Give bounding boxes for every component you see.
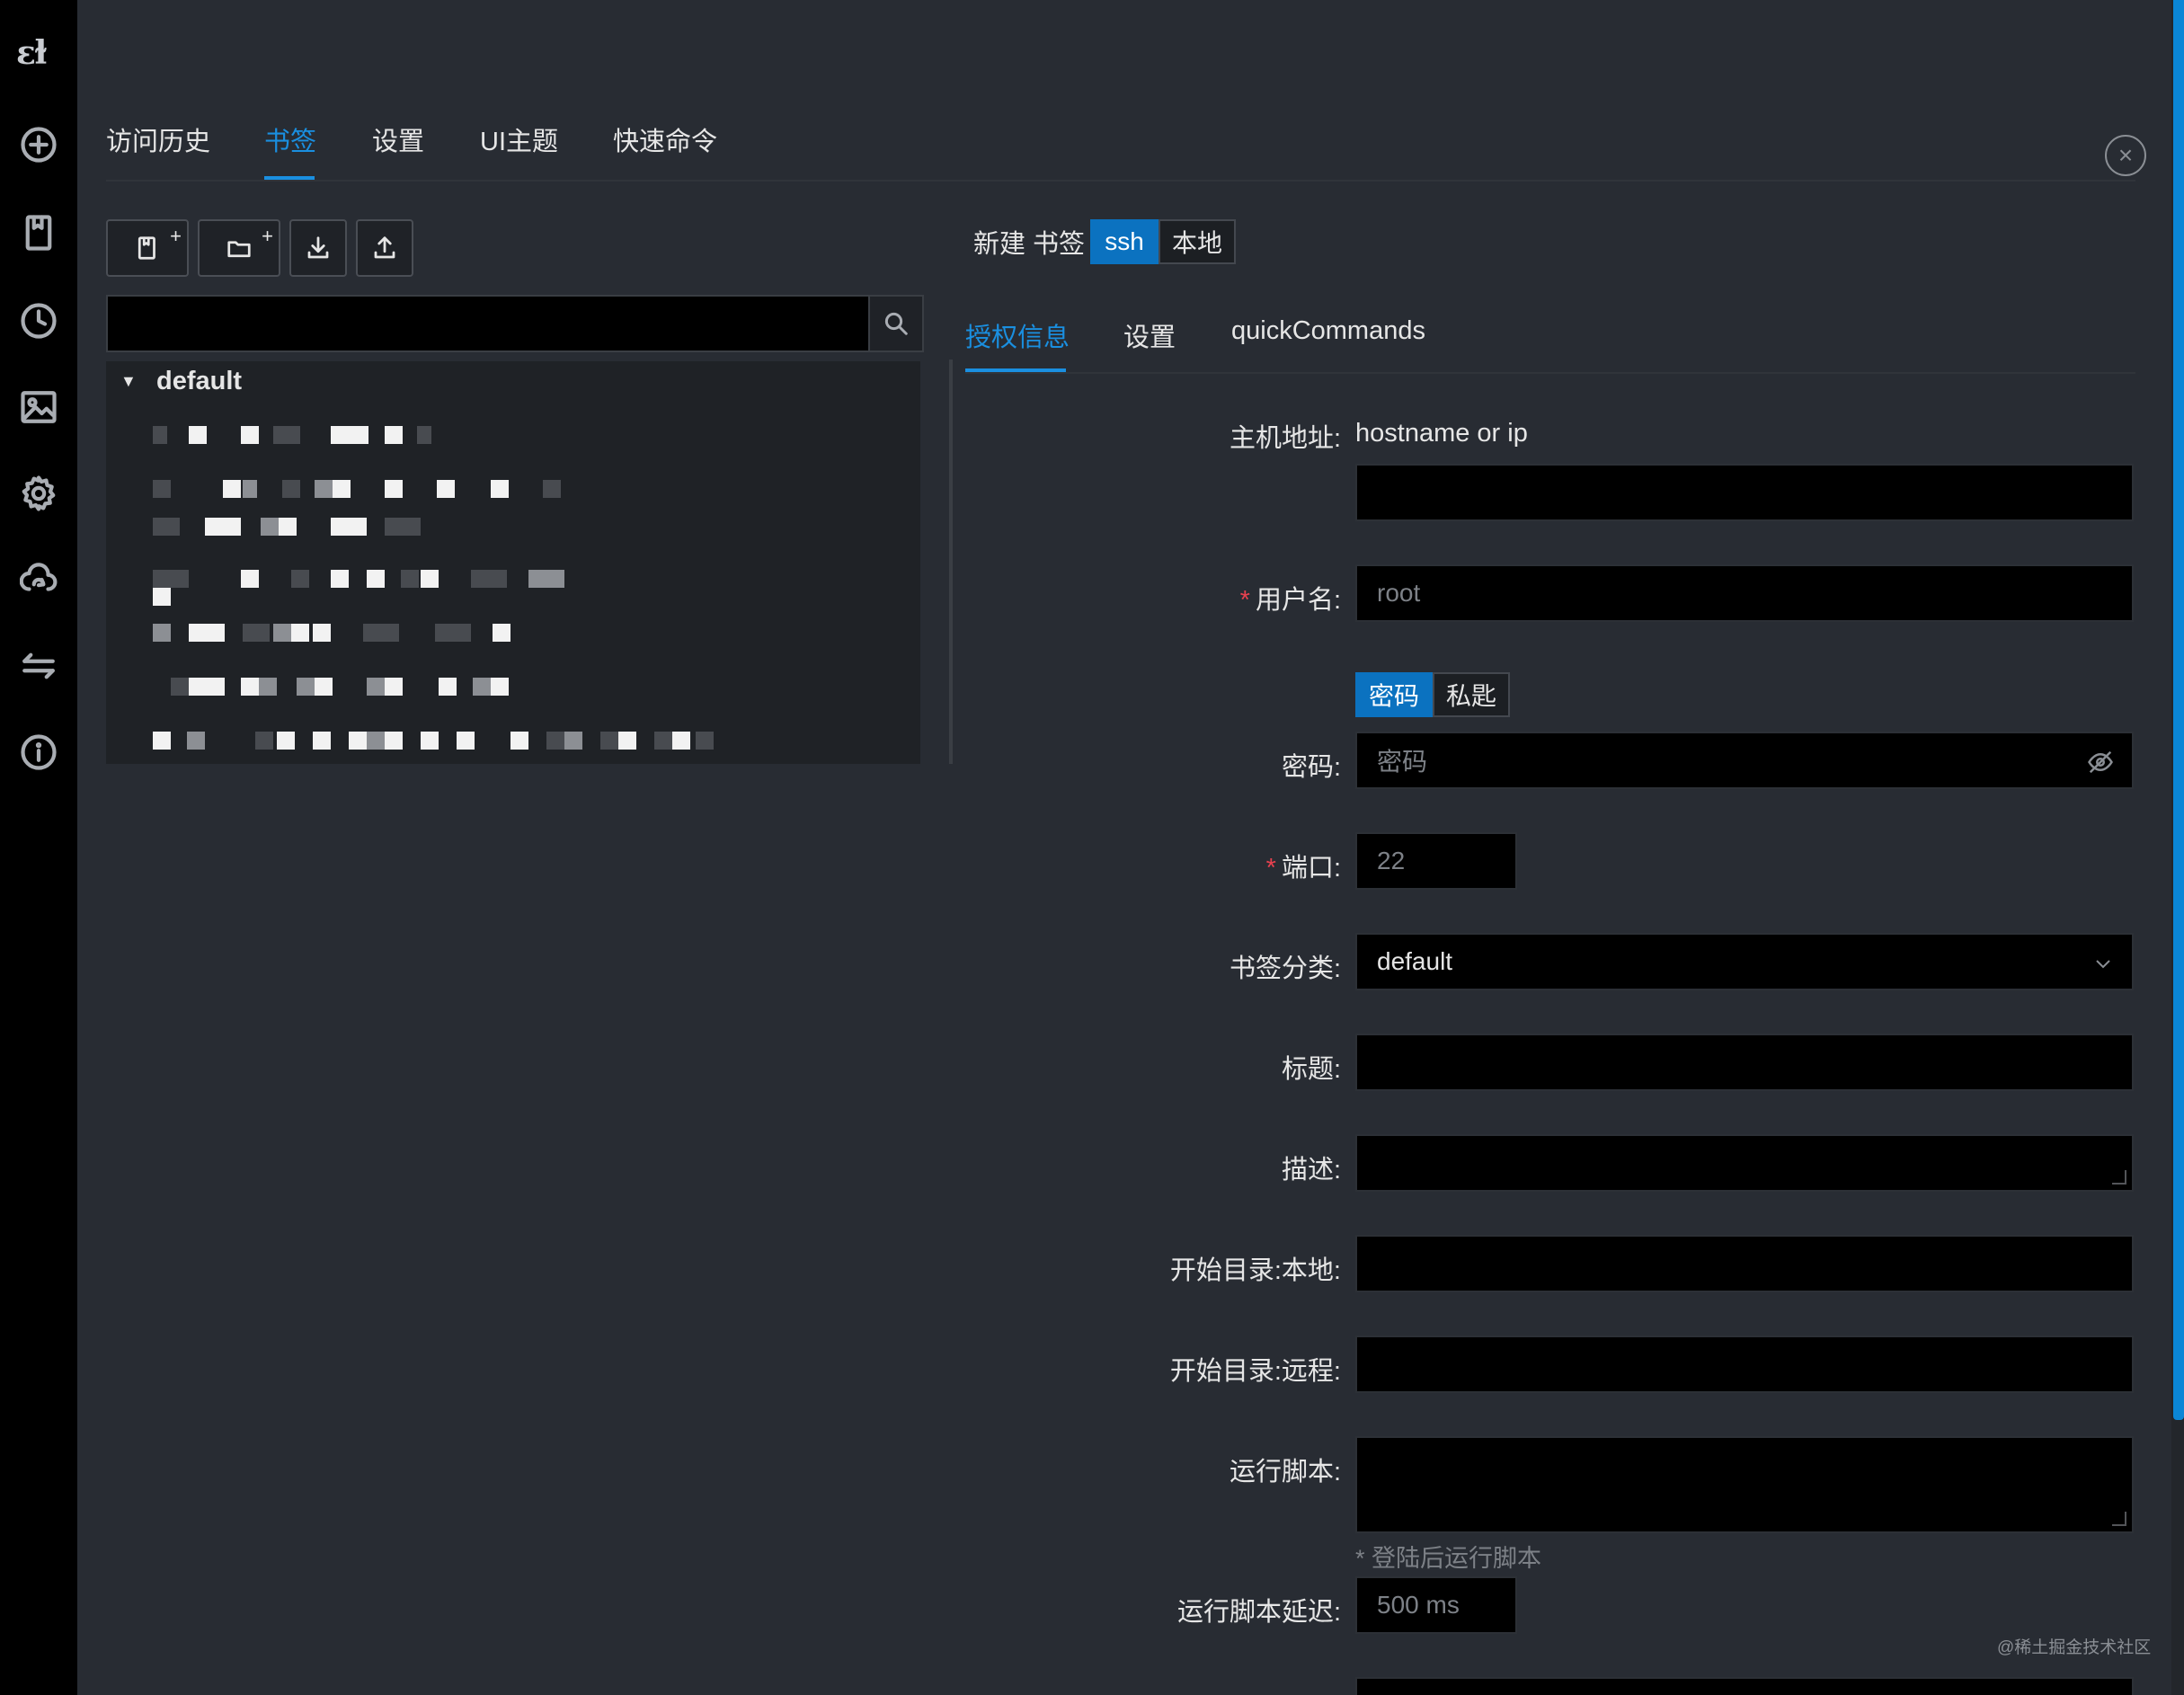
search-button[interactable] [868,295,924,352]
run-script-label: 运行脚本: [1229,1458,1341,1486]
export-button[interactable] [356,219,413,277]
start-dir-remote-input[interactable] [1355,1336,2134,1393]
auth-option-private-key[interactable]: 私匙 [1433,672,1510,717]
tree-folder-default[interactable]: default [156,367,242,396]
type-option-ssh[interactable]: ssh [1090,219,1159,264]
watermark: @稀土掘金技术社区 [1997,1638,2152,1657]
plus-icon: + [262,225,273,247]
category-label: 书签分类: [1229,954,1341,983]
description-label: 描述: [1281,1156,1341,1185]
app-icon-rail: ɛɫ [0,0,77,1695]
plus-icon: + [170,225,182,247]
scrollbar-thumb[interactable] [2173,0,2184,1420]
run-script-hint: * 登陆后运行脚本 [1355,1545,1542,1572]
chevron-down-icon [2096,960,2110,969]
tree-item-redacted[interactable] [147,732,723,755]
tree-item-redacted[interactable] [147,588,174,611]
start-dir-local-label: 开始目录:本地: [1169,1256,1341,1285]
folder-icon [227,241,251,258]
password-label: 密码: [1281,753,1341,782]
import-button[interactable] [289,219,347,277]
upload-icon [374,236,395,259]
app-logo: ɛɫ [16,34,48,72]
start-dir-local-input[interactable] [1355,1235,2134,1292]
image-icon[interactable] [18,386,59,428]
subtab-auth-info[interactable]: 授权信息 [965,316,1070,354]
download-icon [307,236,329,259]
type-option-local[interactable]: 本地 [1159,219,1236,264]
tab-ui-theme[interactable]: UI主题 [480,120,558,158]
category-select[interactable]: default [1355,933,2134,990]
resize-handle-icon[interactable] [2112,1170,2126,1185]
info-icon[interactable] [18,732,59,773]
bookmark-search-input[interactable] [106,295,868,352]
settings-gear-icon[interactable] [18,473,59,514]
panel-divider[interactable] [949,359,953,764]
title-input[interactable] [1355,1034,2134,1091]
tree-item-redacted[interactable] [147,480,579,503]
host-hint: hostname or ip [1355,419,1528,448]
new-bookmark-title: 新建 书签 [973,230,1086,259]
description-textarea[interactable] [1355,1134,2134,1192]
host-label: 主机地址: [1229,424,1341,453]
auth-option-password[interactable]: 密码 [1355,672,1433,717]
tabs-divider [106,180,2135,182]
run-script-delay-input[interactable]: 500 ms [1355,1576,1517,1634]
cloud-sync-icon[interactable] [18,559,59,600]
port-input[interactable]: 22 [1355,832,1517,890]
tab-bookmarks[interactable]: 书签 [264,120,316,158]
run-script-textarea[interactable] [1355,1436,2134,1533]
required-mark: * [1239,586,1250,615]
next-field-partial[interactable] [1355,1677,2134,1695]
resize-handle-icon[interactable] [2112,1512,2126,1526]
tree-item-redacted[interactable] [147,426,444,449]
tree-item-redacted[interactable] [147,518,435,541]
tree-item-redacted[interactable] [147,624,525,647]
tree-item-redacted[interactable] [147,678,543,701]
bookmark-tree [106,361,920,764]
add-circle-icon[interactable] [18,124,59,165]
required-mark: * [1265,854,1276,883]
username-input[interactable]: root [1355,564,2134,622]
new-folder-button[interactable]: + [198,219,280,277]
tree-item-redacted[interactable] [147,570,579,593]
tab-settings[interactable]: 设置 [372,120,424,158]
password-input[interactable]: 密码 [1355,732,2134,789]
host-input[interactable] [1355,464,2134,521]
close-icon[interactable]: × [2105,135,2146,176]
tree-expand-caret-icon[interactable]: ▼ [120,372,137,391]
title-label: 标题: [1281,1055,1341,1084]
search-icon [884,312,908,335]
port-label: * 端口: [1265,854,1341,883]
transfer-arrows-icon[interactable] [18,645,59,687]
start-dir-remote-label: 开始目录:远程: [1169,1357,1341,1386]
bookmark-icon [138,236,155,260]
new-bookmark-button[interactable]: + [106,219,189,277]
tab-history[interactable]: 访问历史 [106,120,210,158]
eye-off-icon[interactable] [2087,749,2114,776]
subtab-quick-commands[interactable]: quickCommands [1231,316,1425,346]
subtabs-divider [965,372,2135,374]
run-script-delay-label: 运行脚本延迟: [1176,1598,1341,1627]
subtab-settings[interactable]: 设置 [1123,316,1176,354]
bookmark-icon[interactable] [18,212,59,253]
username-label: * 用户名: [1239,586,1341,615]
history-clock-icon[interactable] [18,300,59,342]
tab-quick-commands[interactable]: 快速命令 [613,120,717,158]
